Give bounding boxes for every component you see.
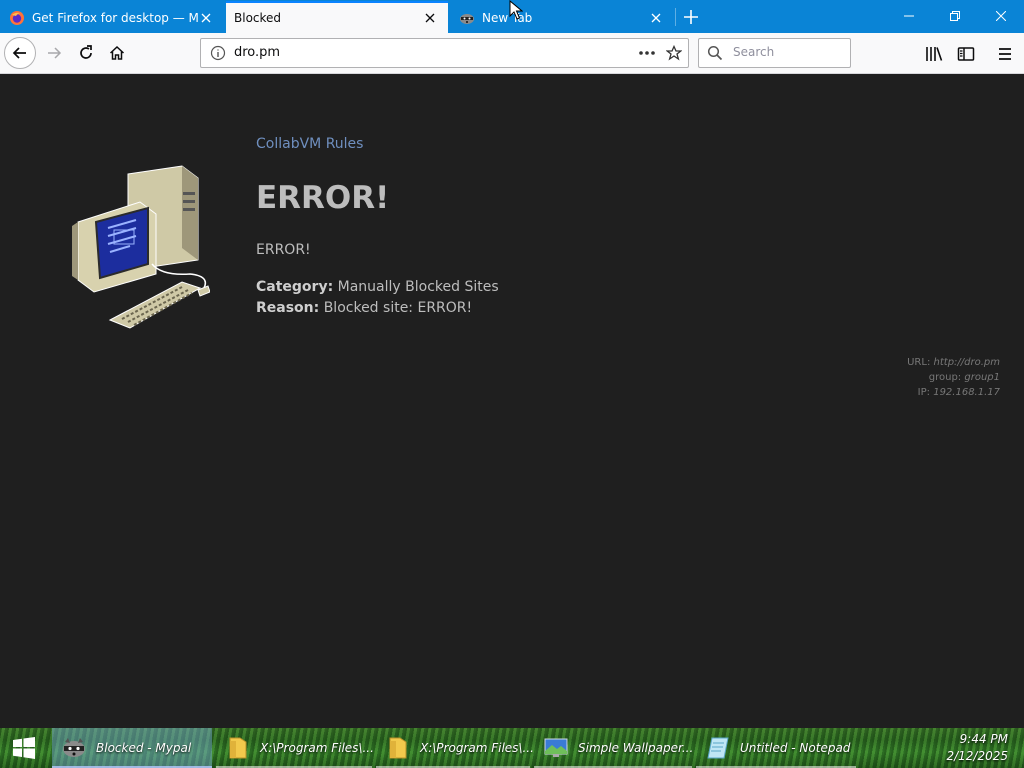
reload-icon xyxy=(80,45,92,59)
new-tab-button[interactable] xyxy=(678,4,704,30)
tab-blocked[interactable]: Blocked xyxy=(226,1,448,33)
group-info-label: group: xyxy=(928,372,962,383)
url-info-value: http://dro.pm xyxy=(933,357,1000,368)
brand-link[interactable]: CollabVM Rules xyxy=(256,136,363,152)
firefox-icon xyxy=(10,10,24,25)
close-window-button[interactable] xyxy=(978,0,1024,32)
raccoon-icon xyxy=(63,738,85,757)
address-bar[interactable]: dro.pm xyxy=(200,38,689,68)
page-actions-icon[interactable] xyxy=(637,45,657,61)
category-value: Manually Blocked Sites xyxy=(337,279,499,295)
close-tab-icon[interactable] xyxy=(198,10,214,26)
tab-separator xyxy=(675,8,676,26)
hamburger-menu-icon[interactable] xyxy=(996,45,1014,63)
taskbar-item-explorer-1[interactable]: X:\Program Files\... xyxy=(216,728,374,768)
windows-logo-icon xyxy=(13,737,35,759)
url-info-label: URL: xyxy=(907,357,931,368)
mouse-cursor-icon xyxy=(509,0,523,20)
taskbar-item-label: X:\Program Files\... xyxy=(260,741,374,755)
ip-info-label: IP: xyxy=(917,387,931,398)
reload-button[interactable] xyxy=(70,37,102,69)
arrow-left-icon xyxy=(12,47,26,59)
tab-title: Blocked xyxy=(234,11,282,25)
minimize-icon xyxy=(904,15,914,17)
back-button[interactable] xyxy=(4,37,36,69)
group-info-value: group1 xyxy=(964,372,1000,383)
ip-info-value: 192.168.1.17 xyxy=(933,387,1000,398)
bookmark-star-icon[interactable] xyxy=(666,45,682,61)
blocked-page: CollabVM Rules ERROR! ERROR! Category: M… xyxy=(0,74,1024,728)
tab-new-tab[interactable]: New Tab xyxy=(450,2,674,33)
taskbar-item-wallpaper[interactable]: Simple Wallpaper... xyxy=(534,728,694,768)
taskbar-item-mypal[interactable]: Blocked - Mypal xyxy=(52,728,212,768)
tab-title: Get Firefox for desktop — Mozilla xyxy=(32,10,198,25)
sidebar-icon[interactable] xyxy=(957,45,975,63)
tab-title: New Tab xyxy=(482,10,533,25)
taskbar-item-label: Blocked - Mypal xyxy=(96,741,192,755)
tab-get-firefox[interactable]: Get Firefox for desktop — Mozilla xyxy=(0,2,224,33)
close-icon xyxy=(996,11,1006,21)
home-button[interactable] xyxy=(101,37,133,69)
start-button[interactable] xyxy=(0,728,48,768)
category-label: Category: xyxy=(256,279,334,295)
system-clock[interactable]: 9:44 PM 2/12/2025 xyxy=(946,731,1008,765)
search-bar[interactable] xyxy=(698,38,851,68)
raccoon-icon xyxy=(460,13,474,24)
ip-info: IP: 192.168.1.17 xyxy=(907,385,1000,400)
clock-time: 9:44 PM xyxy=(959,732,1008,746)
group-info: group: group1 xyxy=(907,370,1000,385)
request-info: URL: http://dro.pm group: group1 IP: 192… xyxy=(907,355,1000,400)
notepad-icon xyxy=(707,737,729,759)
search-input[interactable] xyxy=(733,45,843,59)
taskbar-item-label: Untitled - Notepad xyxy=(740,741,851,755)
navigation-toolbar: dro.pm xyxy=(0,33,1024,74)
taskbar-item-label: X:\Program Files\... xyxy=(420,741,534,755)
restore-icon xyxy=(950,11,960,21)
search-icon xyxy=(707,45,723,61)
clock-date: 2/12/2025 xyxy=(946,749,1008,763)
reason-label: Reason: xyxy=(256,300,320,316)
home-icon xyxy=(109,45,125,60)
taskbar-item-notepad[interactable]: Untitled - Notepad xyxy=(696,728,856,768)
taskbar: Blocked - Mypal X:\Program Files\... X:\… xyxy=(0,728,1024,768)
library-icon[interactable] xyxy=(925,45,943,63)
arrow-right-icon xyxy=(48,47,62,59)
folder-icon xyxy=(229,737,247,759)
close-tab-icon[interactable] xyxy=(648,10,664,26)
wallpaper-icon xyxy=(544,738,568,757)
minimize-button[interactable] xyxy=(886,0,932,32)
info-icon[interactable] xyxy=(210,45,226,61)
taskbar-item-explorer-2[interactable]: X:\Program Files\... xyxy=(376,728,534,768)
error-message: ERROR! xyxy=(256,242,311,258)
reason-line: Reason: Blocked site: ERROR! xyxy=(256,300,472,316)
close-tab-icon[interactable] xyxy=(422,10,438,26)
page-title: ERROR! xyxy=(256,180,390,216)
url-info: URL: http://dro.pm xyxy=(907,355,1000,370)
url-text[interactable]: dro.pm xyxy=(234,45,280,60)
restore-button[interactable] xyxy=(932,0,978,32)
taskbar-item-label: Simple Wallpaper... xyxy=(578,741,694,755)
forward-button[interactable] xyxy=(38,37,70,69)
folder-icon xyxy=(389,737,407,759)
category-line: Category: Manually Blocked Sites xyxy=(256,279,499,295)
plus-icon xyxy=(684,10,698,24)
reason-value: Blocked site: ERROR! xyxy=(323,300,473,316)
computer-illustration-icon xyxy=(72,165,210,329)
